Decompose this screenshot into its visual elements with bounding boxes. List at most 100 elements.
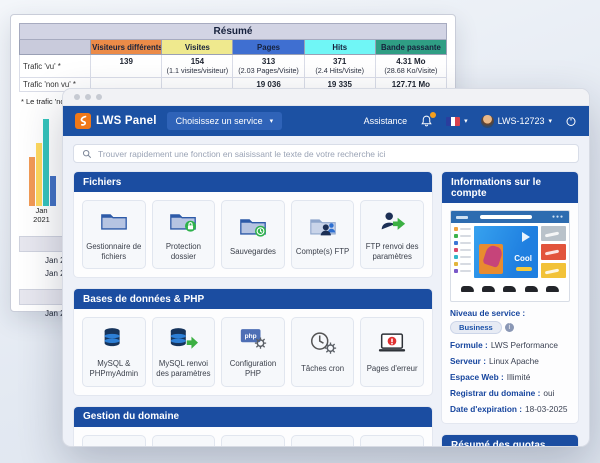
account-info-row: Espace Web : Illimité (450, 372, 570, 382)
feature-card[interactable]: MySQL renvoi des paramètres (151, 317, 216, 387)
feature-card[interactable]: DNS (290, 434, 355, 446)
folder-icon (99, 208, 129, 238)
quotas-header: Résumé des quotas (442, 435, 578, 446)
page: Résumé Visiteurs différents Visites Pages Hi… (0, 0, 600, 463)
notification-badge (430, 112, 437, 118)
column-header: Visites (161, 39, 234, 55)
chart-bar-group (29, 118, 56, 206)
sidebar: Informations sur le compte ●●● Cool Nive… (441, 171, 579, 446)
section-header: Gestion du domaine (74, 406, 432, 427)
user-arrow-icon (377, 208, 407, 238)
column-header: Bande passante (374, 39, 448, 55)
window-titlebar (63, 89, 589, 106)
account-info-row: Registrar du domaine : oui (450, 388, 570, 398)
account-menu[interactable]: LWS-12723 ▾ (480, 114, 552, 128)
feature-card[interactable]: MySQL & PHPmyAdmin (82, 317, 146, 387)
info-value: LWS Performance (490, 340, 558, 350)
feature-card-label: FTP renvoi des paramètres (365, 242, 419, 261)
info-label: Serveur : (450, 356, 486, 366)
service-level-badge: Business (450, 321, 502, 334)
table-cell: 313 (2.03 Pages/Visite) (232, 54, 305, 78)
quotas-card: Résumé des quotas Espace Web 25 / 250 Go… (441, 434, 579, 446)
svg-text:php: php (245, 333, 257, 340)
info-icon[interactable]: i (504, 323, 514, 332)
feature-card[interactable] (82, 434, 146, 446)
chevron-down-icon: ▾ (269, 117, 274, 125)
feature-card-label: MySQL renvoi des paramètres (156, 359, 211, 379)
info-label: Date d'expiration : (450, 404, 523, 414)
assistance-link[interactable]: Assistance (364, 116, 408, 126)
notifications-bell-icon[interactable] (420, 112, 437, 128)
logout-power-icon[interactable] (565, 115, 577, 127)
account-info-row: Niveau de service : Business i (450, 308, 570, 334)
avatar (480, 114, 494, 128)
window-dot-icon[interactable] (74, 94, 80, 100)
account-info-header: Informations sur le compte (442, 172, 578, 203)
chart-category-label: Jan 2021 (33, 206, 50, 225)
thumb-banner-text: Cool (514, 254, 532, 263)
feature-card[interactable] (221, 434, 285, 446)
language-selector[interactable]: ▾ (446, 116, 468, 126)
feature-card[interactable]: Pages d'erreur (360, 317, 424, 387)
section-header: Bases de données & PHP (74, 289, 432, 310)
info-label: Espace Web : (450, 372, 504, 382)
brand[interactable]: LWS Panel (75, 113, 157, 129)
navbar: LWS Panel Choisissez un service ▾ Assist… (63, 106, 589, 136)
account-info-card: Informations sur le compte ●●● Cool Nive… (441, 171, 579, 424)
folder-lock-icon (168, 208, 198, 238)
feature-card-label: Compte(s) FTP (295, 246, 350, 256)
feature-card[interactable]: Gestionnaire de fichiers (82, 200, 146, 270)
feature-card-label: Protection dossier (165, 242, 201, 261)
search-bar (73, 144, 579, 163)
section-bases-de-donn-es-php: Bases de données & PHP MySQL & PHPmyAdmin… (73, 288, 433, 396)
thumb-promo-tiles (541, 226, 566, 278)
feature-card[interactable]: FTP renvoi des paramètres (360, 200, 424, 270)
info-label: Niveau de service : (450, 308, 526, 318)
feature-card[interactable]: Compte(s) FTP (290, 200, 355, 270)
feature-card-label: Configuration PHP (229, 359, 277, 379)
error-page-icon (377, 330, 407, 360)
feature-card-label: MySQL & PHPmyAdmin (89, 359, 139, 379)
brand-label: LWS Panel (96, 115, 157, 127)
info-label: Registrar du domaine : (450, 388, 541, 398)
thumb-banner: Cool (474, 226, 538, 278)
folder-users-icon (308, 213, 338, 243)
feature-card[interactable]: php Configuration PHP (221, 317, 285, 387)
thumb-categories (454, 226, 471, 278)
column-header: Hits (303, 39, 376, 55)
window-dot-icon[interactable] (96, 94, 102, 100)
search-icon (82, 149, 92, 159)
thumb-products-row (451, 281, 569, 297)
chart-bar (29, 156, 35, 206)
feature-card[interactable] (360, 434, 424, 446)
chevron-down-icon: ▾ (464, 117, 468, 125)
section-gestion-du-domaine: Gestion du domaine DNS (73, 405, 433, 446)
search-input[interactable] (98, 148, 570, 159)
php-gear-icon: php (238, 325, 268, 355)
database-icon (99, 325, 129, 355)
chevron-down-icon: ▾ (548, 117, 552, 125)
account-info-row: Formule : LWS Performance (450, 340, 570, 350)
feature-card[interactable] (151, 434, 216, 446)
column-header: Pages (232, 39, 305, 55)
feature-card[interactable]: Sauvegardes (221, 200, 285, 270)
thumb-header: ●●● (451, 211, 569, 223)
feature-card-label: Pages d'erreur (366, 364, 418, 374)
table-cell: 4.31 Mo (28.68 Ko/Visite) (374, 54, 448, 78)
account-id: LWS-12723 (497, 116, 545, 126)
lws-panel-window: LWS Panel Choisissez un service ▾ Assist… (62, 88, 590, 447)
feature-sections: Fichiers Gestionnaire de fichiers Protecti… (73, 171, 433, 446)
info-value: 18-03-2025 (525, 404, 568, 414)
feature-card[interactable]: Tâches cron (290, 317, 355, 387)
chart-bar (50, 176, 56, 206)
account-info-row: Date d'expiration :18-03-2025 (450, 404, 570, 414)
feature-card[interactable]: Protection dossier (151, 200, 216, 270)
chart-bar (43, 118, 49, 206)
feature-card-label: Tâches cron (301, 364, 345, 374)
window-dot-icon[interactable] (85, 94, 91, 100)
choose-service-button[interactable]: Choisissez un service ▾ (166, 112, 283, 130)
column-header: Visiteurs différents (90, 39, 163, 55)
panel-content: Fichiers Gestionnaire de fichiers Protecti… (63, 136, 589, 446)
folder-clock-icon (238, 213, 268, 243)
table-cell: 371 (2.4 Hits/Visite) (303, 54, 376, 78)
